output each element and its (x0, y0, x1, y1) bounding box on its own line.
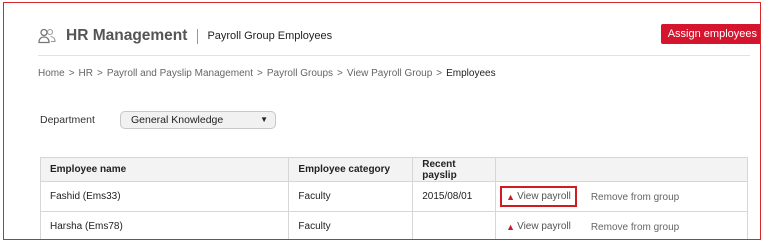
page-subtitle: Payroll Group Employees (207, 30, 333, 42)
breadcrumb: Home > HR > Payroll and Payslip Management > P… (38, 68, 496, 79)
breadcrumb-separator: > (436, 68, 443, 79)
view-payroll-label: View payroll (517, 191, 571, 202)
assign-employees-button[interactable]: Assign employees (660, 24, 760, 44)
employees-table: Employee name Employee category Recent p… (39, 157, 748, 239)
breadcrumb-home[interactable]: Home (38, 68, 65, 79)
breadcrumb-payroll-groups[interactable]: Payroll Groups (267, 68, 333, 79)
page-header: HR Management Payroll Group Employees As… (38, 24, 760, 46)
users-icon (38, 28, 56, 44)
employee-name-cell: Fashid (Ems33) (39, 181, 290, 212)
actions-cell: ▲ View payroll Remove from group (495, 181, 748, 212)
recent-payslip-cell: 2015/08/01 (412, 181, 497, 212)
column-header-recent-payslip: Recent payslip (412, 157, 497, 182)
view-payroll-link[interactable]: ▲ View payroll (500, 186, 577, 207)
department-select[interactable]: General Knowledge ▼ (120, 111, 276, 129)
page-frame: HR Management Payroll Group Employees As… (3, 2, 761, 240)
dropdown-caret-icon: ▼ (260, 115, 268, 124)
actions-cell: ▲ View payroll Remove from group (495, 211, 748, 239)
table-row: Fashid (Ems33) Faculty 2015/08/01 ▲ View … (39, 181, 748, 212)
breadcrumb-separator: > (68, 68, 75, 79)
column-header-employee-name: Employee name (39, 157, 290, 182)
breadcrumb-separator: > (257, 68, 263, 79)
breadcrumb-payroll-payslip[interactable]: Payroll and Payslip Management (107, 68, 253, 79)
remove-from-group-link[interactable]: Remove from group (591, 192, 679, 203)
header-divider (38, 55, 750, 56)
table-row: Harsha (Ems78) Faculty ▲ View payroll Remo… (39, 211, 748, 239)
view-payroll-link[interactable]: ▲ View payroll (500, 216, 577, 237)
view-payroll-label: View payroll (517, 221, 571, 232)
warning-icon: ▲ (506, 191, 516, 202)
breadcrumb-hr[interactable]: HR (79, 68, 93, 79)
title-divider (197, 28, 199, 44)
department-selected-value: General Knowledge (131, 114, 224, 126)
department-label: Department (40, 114, 95, 126)
breadcrumb-current: Employees (446, 68, 496, 79)
employee-category-cell: Faculty (288, 181, 414, 212)
breadcrumb-separator: > (96, 68, 103, 79)
breadcrumb-separator: > (337, 68, 343, 79)
breadcrumb-view-payroll-group[interactable]: View Payroll Group (347, 68, 432, 79)
app-title: HR Management (66, 27, 188, 44)
warning-icon: ▲ (506, 221, 516, 232)
column-header-actions (495, 157, 748, 182)
remove-from-group-link[interactable]: Remove from group (591, 222, 679, 233)
column-header-employee-category: Employee category (288, 157, 414, 182)
table-header-row: Employee name Employee category Recent p… (39, 157, 748, 182)
employee-name-cell: Harsha (Ems78) (39, 211, 290, 239)
employee-category-cell: Faculty (288, 211, 414, 239)
recent-payslip-cell (412, 211, 497, 239)
